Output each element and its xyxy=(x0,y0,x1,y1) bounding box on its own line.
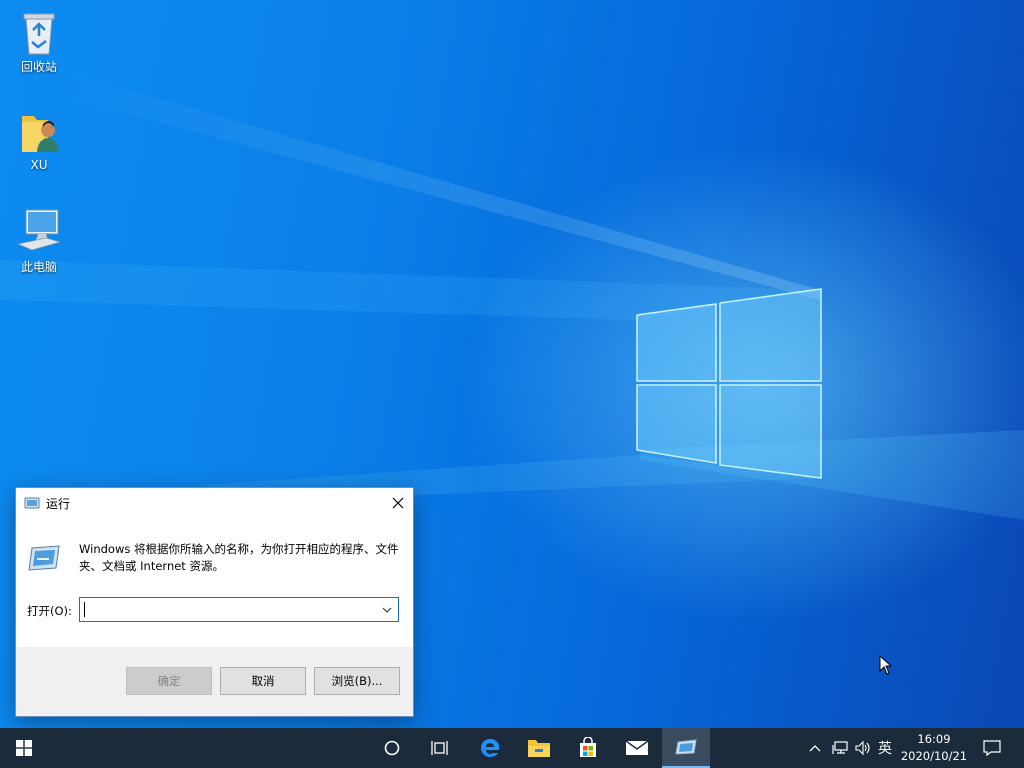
run-dialog-title: 运行 xyxy=(46,496,71,511)
file-explorer-button[interactable] xyxy=(515,728,563,768)
browse-button[interactable]: 浏览(B)... xyxy=(314,667,400,695)
desktop-icon-recycle-bin[interactable]: 回收站 xyxy=(2,8,76,75)
store-icon xyxy=(580,737,596,757)
ok-button[interactable]: 确定 xyxy=(126,667,212,695)
edge-button[interactable] xyxy=(466,728,514,768)
desktop-icon-this-pc[interactable]: 此电脑 xyxy=(2,208,76,275)
recycle-bin-icon xyxy=(23,13,55,55)
network-tray-button[interactable] xyxy=(829,728,851,768)
run-dialog: 运行 Windows 将根据你所输入的名称，为你打开相应的程序、文件夹、文档或 … xyxy=(15,487,414,717)
mail-icon xyxy=(625,740,649,755)
run-icon xyxy=(675,739,697,755)
task-view-button[interactable] xyxy=(416,728,464,768)
combobox-dropdown-button[interactable] xyxy=(378,601,396,619)
action-center-button[interactable] xyxy=(978,728,1006,768)
task-view-icon xyxy=(431,741,448,755)
cancel-button[interactable]: 取消 xyxy=(220,667,306,695)
close-icon xyxy=(392,497,404,509)
edge-icon xyxy=(481,739,500,757)
user-folder-icon xyxy=(22,116,59,152)
start-button[interactable] xyxy=(0,728,48,768)
chevron-up-icon xyxy=(809,745,821,752)
close-button[interactable] xyxy=(383,488,413,518)
desktop-icon-label: 回收站 xyxy=(20,60,57,74)
run-dialog-titlebar[interactable]: 运行 xyxy=(16,488,413,518)
cortana-icon xyxy=(384,740,400,756)
text-caret xyxy=(84,602,85,617)
volume-tray-button[interactable] xyxy=(852,728,874,768)
network-icon xyxy=(832,741,848,754)
computer-icon xyxy=(16,209,62,251)
run-dialog-button-bar: 确定 取消 浏览(B)... xyxy=(16,647,413,716)
show-hidden-icons-button[interactable] xyxy=(806,728,824,768)
taskbar: 英 16:09 2020/10/21 xyxy=(0,728,1024,768)
start-icon xyxy=(16,740,32,756)
clock-button[interactable]: 16:09 2020/10/21 xyxy=(893,728,975,768)
run-dialog-description: Windows 将根据你所输入的名称，为你打开相应的程序、文件夹、文档或 Int… xyxy=(79,542,399,573)
mouse-cursor-icon xyxy=(879,655,893,675)
clock-date: 2020/10/21 xyxy=(900,749,968,763)
open-label: 打开(O): xyxy=(27,604,72,618)
desktop-icon-label: 此电脑 xyxy=(20,260,57,274)
run-icon xyxy=(24,497,40,509)
desktop-icon-user-folder[interactable]: XU xyxy=(2,108,76,172)
open-input[interactable] xyxy=(80,598,370,621)
notification-icon xyxy=(983,740,1001,756)
mail-button[interactable] xyxy=(613,728,661,768)
open-combobox[interactable] xyxy=(79,597,399,622)
run-large-icon xyxy=(28,545,60,571)
desktop-icon-label: XU xyxy=(30,158,48,172)
windows-logo-wallpaper xyxy=(636,288,822,479)
clock-time: 16:09 xyxy=(917,732,951,746)
cortana-button[interactable] xyxy=(368,728,416,768)
file-explorer-icon xyxy=(528,740,550,757)
run-taskbar-button[interactable] xyxy=(662,728,710,768)
chevron-down-icon xyxy=(382,607,392,613)
store-button[interactable] xyxy=(564,728,612,768)
volume-icon xyxy=(855,741,870,755)
